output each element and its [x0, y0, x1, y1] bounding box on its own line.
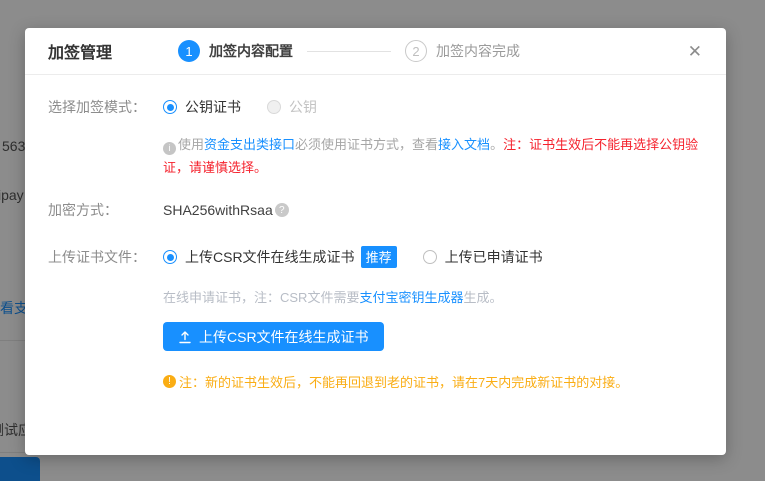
encrypt-method-value-wrap: SHA256withRsaa ? — [163, 202, 289, 218]
radio-upload-csr-label: 上传CSR文件在线生成证书 — [185, 247, 355, 267]
radio-public-key-cert-label: 公钥证书 — [185, 97, 241, 117]
csr-note: 在线申请证书，注：CSR文件需要支付宝密钥生成器生成。 — [163, 287, 702, 306]
radio-disabled-icon — [267, 100, 281, 114]
note-text: 在线申请证书，注：CSR文件需要 — [163, 290, 359, 305]
info-icon: i — [163, 142, 176, 155]
upload-csr-button[interactable]: 上传CSR文件在线生成证书 — [163, 322, 384, 351]
funds-api-link[interactable]: 资金支出类接口 — [204, 137, 295, 152]
step-1-label: 加签内容配置 — [209, 41, 293, 61]
sign-management-dialog: 加签管理 1 加签内容配置 2 加签内容完成 ✕ 选择加签模式： — [25, 28, 726, 455]
key-generator-link[interactable]: 支付宝密钥生成器 — [359, 290, 463, 305]
page: 563 ipay 查看支 测试应 加签管理 1 加签内容配置 2 加签内容完成 — [0, 0, 765, 481]
steps-indicator: 1 加签内容配置 2 加签内容完成 — [178, 40, 520, 62]
help-icon[interactable]: ? — [275, 203, 289, 217]
radio-public-key[interactable]: 公钥 — [267, 97, 317, 117]
upload-button-label: 上传CSR文件在线生成证书 — [199, 327, 369, 347]
encrypt-method-row: 加密方式： SHA256withRsaa ? — [48, 200, 702, 220]
radio-public-key-cert[interactable]: 公钥证书 — [163, 97, 241, 117]
warning-icon: ! — [163, 375, 176, 388]
radio-unselected-icon — [423, 250, 437, 264]
upload-cert-label: 上传证书文件： — [48, 247, 163, 267]
upload-cert-row: 上传证书文件： 上传CSR文件在线生成证书 推荐 上传已申请证书 — [48, 246, 702, 268]
upload-button-wrap: 上传CSR文件在线生成证书 — [163, 306, 702, 351]
step-connector-line — [307, 51, 391, 52]
radio-selected-icon — [163, 250, 177, 264]
dialog-title: 加签管理 — [48, 39, 112, 63]
sign-mode-radio-group: 公钥证书 公钥 — [163, 97, 317, 117]
radio-selected-icon — [163, 100, 177, 114]
note-text: 生成。 — [463, 290, 502, 305]
radio-public-key-label: 公钥 — [289, 97, 317, 117]
dialog-body: 选择加签模式： 公钥证书 公钥 i使用资金支出类接口必须使用证书方式，查看接入文… — [25, 75, 726, 391]
note-text: 使用 — [178, 137, 204, 152]
close-icon[interactable]: ✕ — [686, 41, 704, 62]
encrypt-method-label: 加密方式： — [48, 200, 163, 220]
recommended-badge: 推荐 — [361, 246, 397, 268]
note-text: 必须使用证书方式，查看 — [295, 137, 438, 152]
radio-upload-applied-label: 上传已申请证书 — [445, 247, 543, 267]
sign-mode-row: 选择加签模式： 公钥证书 公钥 — [48, 97, 702, 117]
step-1-circle: 1 — [178, 40, 200, 62]
upload-icon — [178, 330, 192, 344]
upload-cert-radio-group: 上传CSR文件在线生成证书 推荐 上传已申请证书 — [163, 246, 543, 268]
step-2: 2 加签内容完成 — [405, 40, 520, 62]
step-2-circle: 2 — [405, 40, 427, 62]
new-cert-warning: ! 注：新的证书生效后，不能再回退到老的证书，请在7天内完成新证书的对接。 — [163, 372, 702, 391]
encrypt-method-value: SHA256withRsaa — [163, 202, 273, 218]
dialog-header: 加签管理 1 加签内容配置 2 加签内容完成 ✕ — [25, 28, 726, 75]
integration-doc-link[interactable]: 接入文档 — [438, 137, 490, 152]
sign-mode-note: i使用资金支出类接口必须使用证书方式，查看接入文档。注：证书生效后不能再选择公钥… — [163, 133, 715, 179]
step-1: 1 加签内容配置 — [178, 40, 293, 62]
sign-mode-label: 选择加签模式： — [48, 97, 163, 117]
radio-upload-applied[interactable]: 上传已申请证书 — [423, 247, 543, 267]
warning-text: 注：新的证书生效后，不能再回退到老的证书，请在7天内完成新证书的对接。 — [179, 372, 628, 391]
note-text: 。 — [490, 137, 503, 152]
step-2-label: 加签内容完成 — [436, 41, 520, 61]
radio-upload-csr[interactable]: 上传CSR文件在线生成证书 推荐 — [163, 246, 397, 268]
